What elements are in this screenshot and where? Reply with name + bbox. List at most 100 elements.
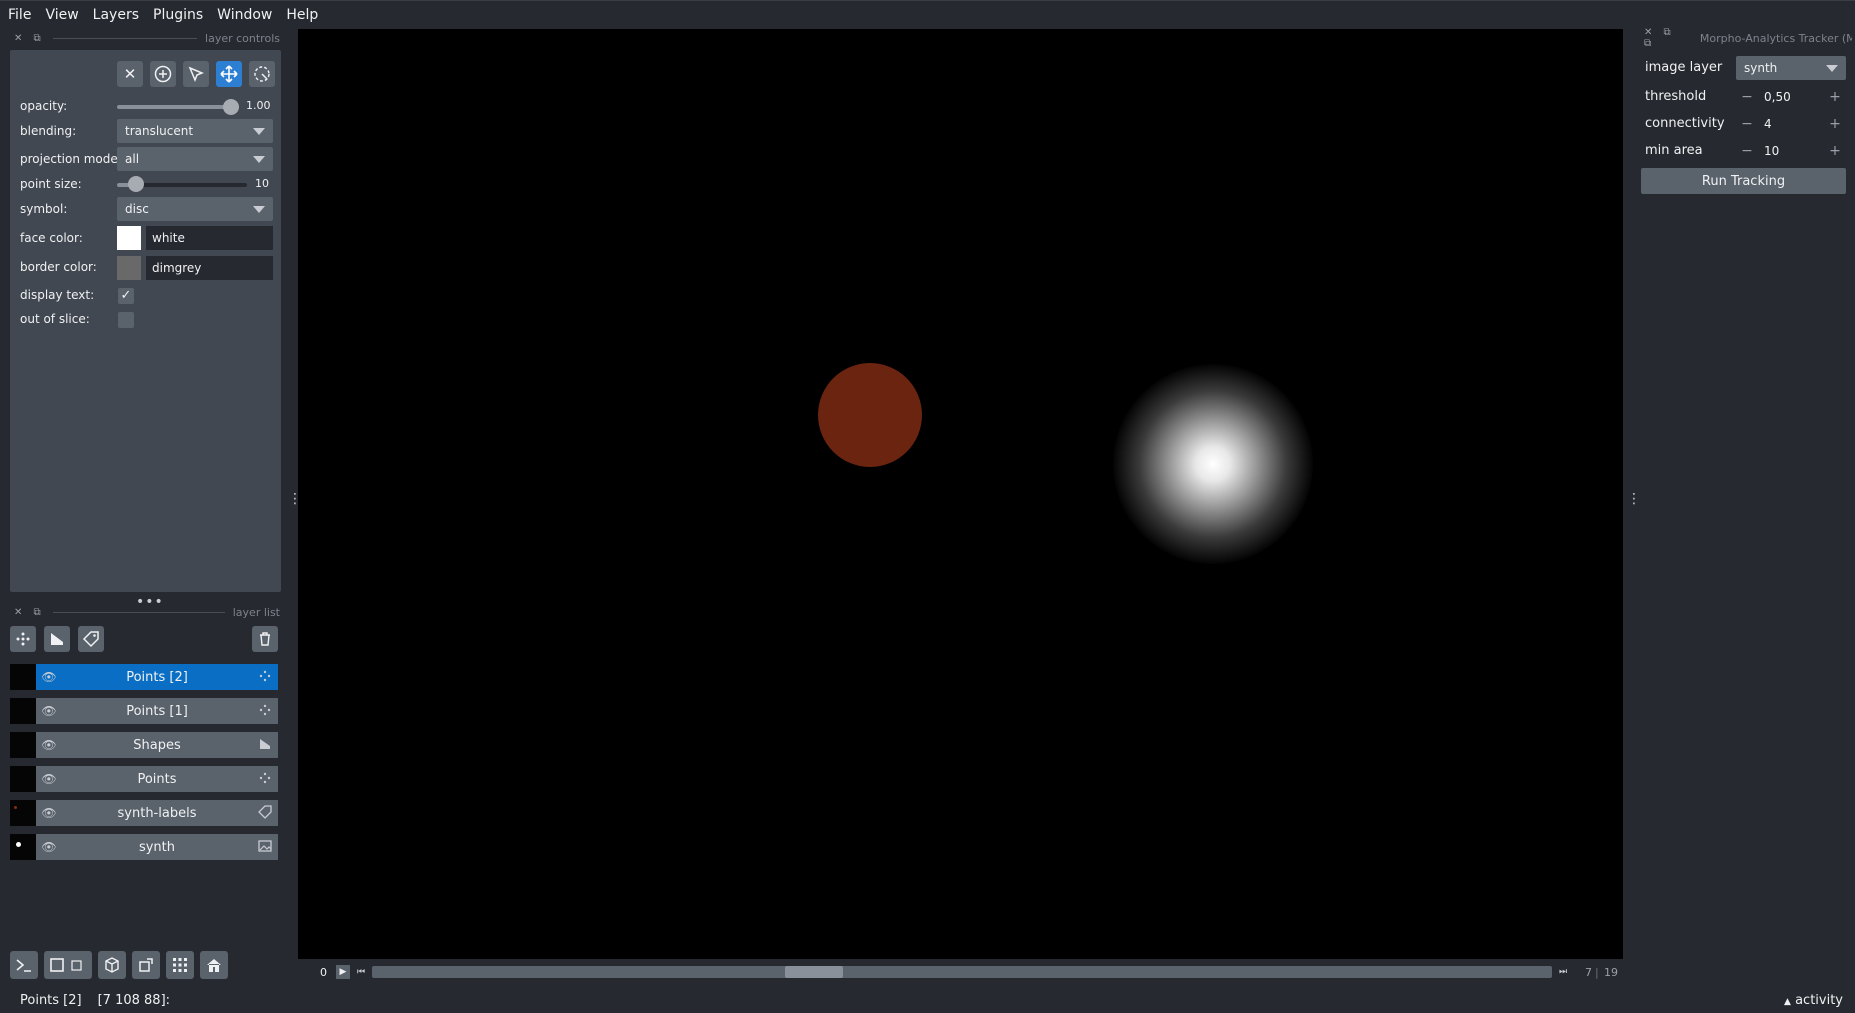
dims-slider-start: 0 — [320, 966, 327, 979]
border-color-field[interactable]: dimgrey — [146, 256, 273, 280]
symbol-combo[interactable]: disc — [117, 197, 273, 221]
eye-icon[interactable]: 👁 — [36, 738, 62, 752]
dock-buttons-icon[interactable]: ✕ ⧉ ⧉ — [1644, 27, 1692, 49]
new-shapes-layer-button[interactable] — [44, 626, 70, 652]
toggle-ndisplay-button[interactable] — [44, 951, 92, 979]
labels-icon — [82, 631, 99, 648]
projection-mode-value: all — [125, 152, 140, 166]
new-labels-layer-button[interactable] — [78, 626, 104, 652]
opacity-slider-handle[interactable] — [223, 99, 239, 115]
roll-dims-button[interactable] — [98, 951, 126, 979]
pan-zoom-icon[interactable] — [216, 61, 242, 87]
eye-icon[interactable]: 👁 — [36, 670, 62, 684]
projection-mode-combo[interactable]: all — [117, 147, 273, 171]
points-icon — [252, 669, 278, 686]
trash-icon — [260, 632, 270, 646]
layer-name: synth-labels — [117, 805, 197, 821]
min-area-spinbox[interactable]: − 10 + — [1736, 140, 1846, 162]
delete-layer-button[interactable] — [252, 626, 278, 652]
select-points-icon[interactable] — [183, 61, 209, 87]
right-dock-handle[interactable]: ⋮ — [1627, 492, 1641, 506]
menu-view[interactable]: View — [39, 7, 84, 23]
step-forward-icon[interactable]: ⏭ — [1556, 965, 1570, 979]
layer-row[interactable]: 👁 synth — [10, 834, 278, 860]
transpose-dims-button[interactable] — [132, 951, 160, 979]
synth-image-blob — [1113, 364, 1313, 564]
display-text-label: display text: — [20, 288, 95, 302]
projection-mode-label: projection mode: — [20, 152, 122, 166]
eye-icon[interactable]: 👁 — [36, 772, 62, 786]
eye-icon[interactable]: 👁 — [36, 806, 62, 820]
layer-row[interactable]: 👁 Points — [10, 766, 278, 792]
symbol-value: disc — [125, 202, 149, 216]
plus-icon[interactable]: + — [1824, 116, 1846, 132]
menu-file[interactable]: File — [2, 7, 37, 23]
grid-icon — [173, 958, 187, 972]
display-text-checkbox[interactable]: ✓ — [118, 288, 134, 304]
point-size-slider-handle[interactable] — [128, 176, 144, 192]
menu-help[interactable]: Help — [280, 7, 324, 23]
grid-view-button[interactable] — [166, 951, 194, 979]
face-color-swatch[interactable] — [117, 226, 141, 250]
threshold-spinbox[interactable]: − 0,50 + — [1736, 86, 1846, 108]
console-button[interactable] — [10, 951, 38, 979]
play-icon[interactable]: ▶ — [336, 965, 350, 979]
layer-row[interactable]: 👁 Points [1] — [10, 698, 278, 724]
layer-name: Points [1] — [126, 703, 188, 719]
add-points-icon[interactable] — [150, 61, 176, 87]
opacity-slider-fill — [117, 105, 239, 109]
delete-points-icon[interactable]: ✕ — [117, 61, 143, 87]
activity-label: activity — [1795, 993, 1843, 1008]
plus-icon[interactable]: + — [1824, 143, 1846, 159]
layer-row[interactable]: 👁 Shapes — [10, 732, 278, 758]
run-tracking-button[interactable]: Run Tracking — [1641, 168, 1846, 194]
home-icon — [207, 959, 221, 972]
menu-window[interactable]: Window — [211, 7, 278, 23]
plugin-title: Morpho-Analytics Tracker (M — [1699, 31, 1852, 45]
dock-buttons-icon[interactable]: ✕ ⧉ — [14, 607, 45, 618]
connectivity-value: 4 — [1764, 117, 1772, 131]
out-of-slice-checkbox[interactable] — [118, 312, 134, 328]
plus-icon[interactable]: + — [1824, 89, 1846, 105]
points-icon — [252, 703, 278, 720]
eye-icon[interactable]: 👁 — [36, 840, 62, 854]
activity-button[interactable]: ▲ activity — [1784, 993, 1843, 1008]
connectivity-label: connectivity — [1645, 116, 1725, 131]
left-dock-handle[interactable]: ⋮ — [288, 492, 302, 506]
dims-slider-thumb[interactable] — [785, 966, 844, 978]
transform-icon[interactable] — [249, 61, 275, 87]
menu-plugins[interactable]: Plugins — [147, 7, 209, 23]
home-button[interactable] — [200, 951, 228, 979]
symbol-label: symbol: — [20, 202, 68, 216]
border-color-label: border color: — [20, 260, 97, 274]
connectivity-spinbox[interactable]: − 4 + — [1736, 113, 1846, 135]
new-points-layer-button[interactable] — [10, 626, 36, 652]
dock-buttons-icon[interactable]: ✕ ⧉ — [14, 33, 45, 44]
layer-row[interactable]: 👁 Points [2] — [10, 664, 278, 690]
dims-slider-track[interactable] — [372, 966, 1552, 978]
blending-combo[interactable]: translucent — [117, 119, 273, 143]
layer-row[interactable]: 👁 synth-labels — [10, 800, 278, 826]
layer-thumbnail — [10, 664, 36, 690]
viewer-canvas[interactable] — [298, 29, 1623, 959]
threshold-value: 0,50 — [1764, 90, 1791, 104]
chevron-down-icon — [253, 128, 265, 135]
face-color-field[interactable]: white — [146, 226, 273, 250]
layer-name: Points [2] — [126, 669, 188, 685]
layer-controls-titlebar: ✕ ⧉ layer controls — [10, 29, 280, 47]
minus-icon[interactable]: − — [1736, 143, 1758, 159]
shapes-icon — [252, 737, 278, 754]
point-size-value: 10 — [255, 177, 269, 190]
plugin-titlebar: ✕ ⧉ ⧉ Morpho-Analytics Tracker (M — [1640, 27, 1852, 49]
image-layer-combo[interactable]: synth — [1736, 56, 1846, 80]
menu-layers[interactable]: Layers — [87, 7, 145, 23]
opacity-slider[interactable] — [117, 105, 239, 109]
border-color-swatch[interactable] — [117, 256, 141, 280]
point-size-label: point size: — [20, 177, 82, 191]
layer-controls-panel: ✕ opacity: 1.00 blending: translucent pr… — [10, 50, 281, 592]
eye-icon[interactable]: 👁 — [36, 704, 62, 718]
step-back-icon[interactable]: ⏮ — [354, 965, 368, 979]
minus-icon[interactable]: − — [1736, 89, 1758, 105]
minus-icon[interactable]: − — [1736, 116, 1758, 132]
labels-icon — [252, 804, 278, 822]
